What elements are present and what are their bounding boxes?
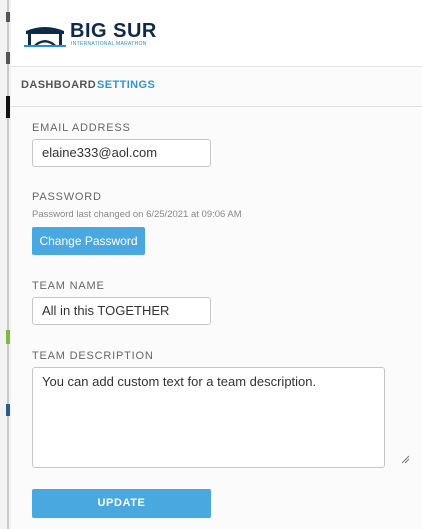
resize-grip-icon[interactable] bbox=[400, 454, 410, 464]
edge-mark bbox=[6, 404, 10, 416]
settings-panel: BIG SUR INTERNATIONAL MARATHON DASHBOARD… bbox=[11, 0, 422, 529]
brand-name: BIG SUR bbox=[70, 20, 157, 42]
change-password-button[interactable]: Change Password bbox=[32, 227, 145, 255]
tab-settings[interactable]: SETTINGS bbox=[97, 79, 155, 91]
big-sur-logo[interactable]: BIG SUR INTERNATIONAL MARATHON bbox=[24, 21, 194, 49]
team-description-label: TEAM DESCRIPTION bbox=[32, 350, 154, 362]
email-label: EMAIL ADDRESS bbox=[32, 122, 131, 134]
team-name-field[interactable]: All in this TOGETHER bbox=[32, 297, 211, 325]
brand-subtitle: INTERNATIONAL MARATHON bbox=[71, 41, 147, 47]
password-last-changed: Password last changed on 6/25/2021 at 09… bbox=[32, 209, 242, 220]
edge-divider bbox=[7, 0, 9, 529]
bridge-icon bbox=[24, 27, 66, 47]
left-edge-strip bbox=[0, 0, 11, 529]
settings-nav: DASHBOARD SETTINGS bbox=[11, 67, 422, 107]
edge-mark bbox=[6, 52, 10, 64]
site-header: BIG SUR INTERNATIONAL MARATHON bbox=[11, 0, 422, 67]
update-button[interactable]: UPDATE bbox=[32, 489, 211, 518]
tab-dashboard[interactable]: DASHBOARD bbox=[21, 79, 96, 91]
team-name-label: TEAM NAME bbox=[32, 280, 105, 292]
password-label: PASSWORD bbox=[32, 191, 102, 203]
email-field[interactable]: elaine333@aol.com bbox=[32, 139, 211, 167]
team-description-textarea[interactable]: You can add custom text for a team descr… bbox=[32, 367, 385, 468]
edge-mark bbox=[6, 96, 10, 118]
edge-mark bbox=[6, 330, 10, 344]
edge-mark bbox=[6, 12, 10, 22]
